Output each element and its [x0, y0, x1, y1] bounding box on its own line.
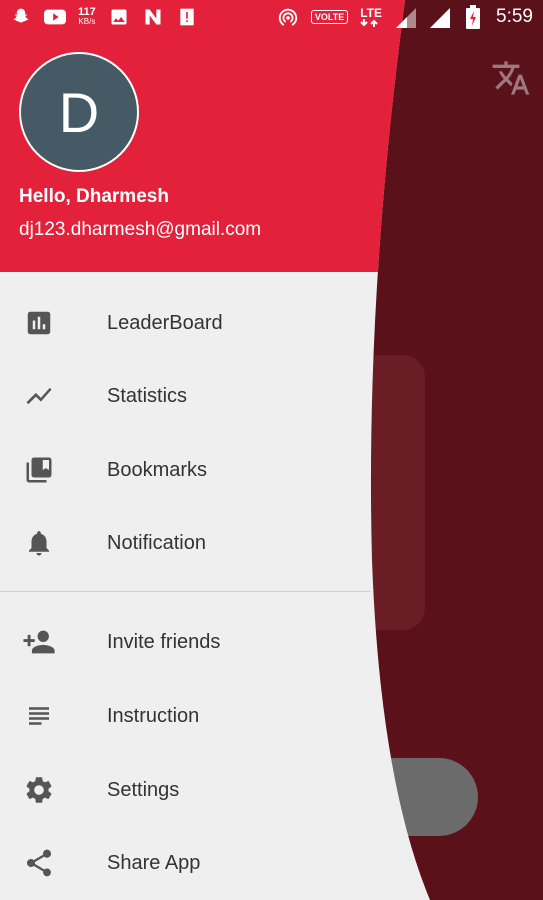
drawer-header: D Hello, Dharmesh dj123.dharmesh@gmail.c… — [0, 0, 430, 272]
menu-item-bookmarks[interactable]: Bookmarks — [0, 440, 370, 500]
signal-icon-1 — [394, 6, 417, 28]
avatar[interactable]: D — [19, 52, 139, 172]
list-icon — [22, 699, 56, 733]
menu-label: Statistics — [107, 384, 188, 407]
battery-charging-icon — [462, 5, 484, 29]
trending-icon — [22, 379, 56, 413]
leaderboard-icon — [22, 306, 56, 340]
alert-icon — [176, 6, 198, 28]
person-add-icon — [22, 625, 56, 659]
snapchat-icon — [10, 6, 32, 28]
lte-indicator: LTE — [360, 7, 382, 27]
menu-label: Instruction — [107, 704, 200, 727]
translate-icon[interactable] — [491, 58, 531, 98]
status-bar: 117 KB/s VOLTE LTE 5:59 — [0, 0, 543, 34]
share-icon — [22, 846, 56, 880]
gear-icon — [22, 773, 56, 807]
user-greeting: Hello, Dharmesh — [19, 186, 169, 207]
network-speed: 117 KB/s — [78, 6, 96, 27]
user-email: dj123.dharmesh@gmail.com — [19, 219, 262, 240]
menu-item-invite-friends[interactable]: Invite friends — [0, 612, 370, 672]
menu-label: Bookmarks — [107, 458, 208, 481]
app-n-icon — [142, 6, 164, 28]
menu-label: Settings — [107, 778, 180, 801]
clock: 5:59 — [496, 6, 533, 27]
menu-item-instruction[interactable]: Instruction — [0, 686, 370, 746]
navigation-drawer: D Hello, Dharmesh dj123.dharmesh@gmail.c… — [0, 0, 430, 900]
image-icon — [108, 6, 130, 28]
menu-item-leaderboard[interactable]: LeaderBoard — [0, 293, 370, 353]
menu-label: LeaderBoard — [107, 311, 223, 334]
bell-icon — [22, 526, 56, 560]
menu-label: Notification — [107, 531, 206, 554]
menu-label: Invite friends — [107, 630, 221, 653]
menu-item-share-app[interactable]: Share App — [0, 833, 370, 893]
menu-item-settings[interactable]: Settings — [0, 760, 370, 820]
signal-icon-2 — [428, 6, 451, 28]
youtube-icon — [44, 6, 66, 28]
hotspot-icon — [277, 6, 299, 28]
bookmarks-icon — [22, 453, 56, 487]
menu-item-statistics[interactable]: Statistics — [0, 366, 370, 426]
volte-badge: VOLTE — [310, 10, 349, 24]
menu-item-notification[interactable]: Notification — [0, 513, 370, 573]
menu-label: Share App — [107, 851, 201, 874]
menu-divider — [0, 591, 370, 592]
